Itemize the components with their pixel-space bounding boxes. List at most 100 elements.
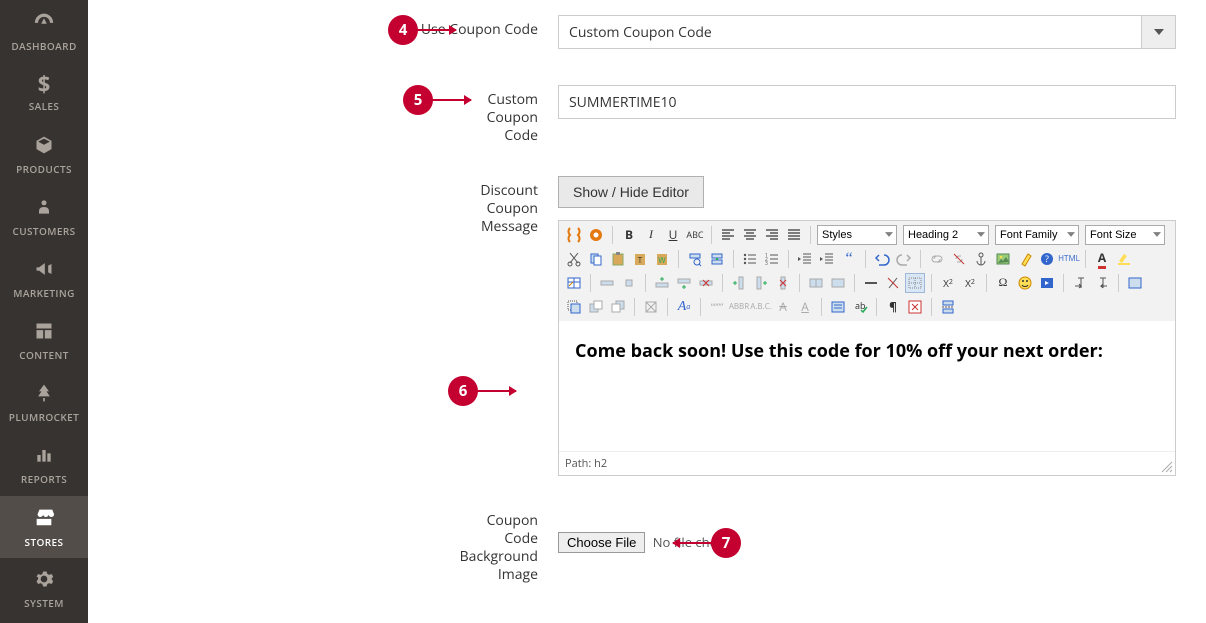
underline-icon[interactable]: U: [663, 225, 683, 245]
align-left-icon[interactable]: [718, 225, 738, 245]
table-icon[interactable]: [564, 273, 584, 293]
row-use-coupon: 4 Use Coupon Code Custom Coupon Code [ST…: [88, 15, 1206, 85]
layer-absolute-icon[interactable]: [641, 297, 661, 317]
emoticon-icon[interactable]: [1015, 273, 1035, 293]
charmap-icon[interactable]: Ω: [993, 273, 1013, 293]
style-props-icon[interactable]: Aa: [674, 297, 694, 317]
align-right-icon[interactable]: [762, 225, 782, 245]
del-icon[interactable]: A: [773, 297, 793, 317]
resize-handle-icon[interactable]: [1161, 461, 1173, 473]
ltr-icon[interactable]: [1070, 273, 1090, 293]
help-icon[interactable]: ?: [1037, 249, 1057, 269]
paste-icon[interactable]: [608, 249, 628, 269]
paste-text-icon[interactable]: T: [630, 249, 650, 269]
italic-icon[interactable]: I: [641, 225, 661, 245]
editor-pathbar: Path: h2: [559, 451, 1175, 475]
delete-col-icon[interactable]: [773, 273, 793, 293]
delete-row-icon[interactable]: [696, 273, 716, 293]
scope-label: [STORE VIEW]: [1176, 85, 1206, 146]
sidebar-item-content[interactable]: CONTENT: [0, 310, 88, 372]
link-icon[interactable]: [927, 249, 947, 269]
bg-color-icon[interactable]: [1114, 249, 1134, 269]
editor-content[interactable]: Come back soon! Use this code for 10% of…: [559, 321, 1175, 451]
layer-icon[interactable]: [564, 297, 584, 317]
paste-word-icon[interactable]: W: [652, 249, 672, 269]
variable-icon[interactable]: [586, 225, 606, 245]
indent-icon[interactable]: [817, 249, 837, 269]
subscript-icon[interactable]: X2: [938, 273, 958, 293]
superscript-icon[interactable]: X2: [960, 273, 980, 293]
row-before-icon[interactable]: [652, 273, 672, 293]
editor-toolbar: B I U ABC Styles: [559, 221, 1175, 321]
store-icon: [33, 506, 55, 531]
cleanup-icon[interactable]: [1015, 249, 1035, 269]
split-cells-icon[interactable]: [806, 273, 826, 293]
select-font-size[interactable]: Font Size: [1085, 225, 1165, 245]
ins-icon[interactable]: A: [795, 297, 815, 317]
sidebar-item-products[interactable]: PRODUCTS: [0, 124, 88, 186]
pagebreak-icon[interactable]: [938, 297, 958, 317]
sidebar-item-system[interactable]: SYSTEM: [0, 558, 88, 620]
sidebar-item-reports[interactable]: REPORTS: [0, 434, 88, 496]
input-custom-coupon[interactable]: [558, 85, 1176, 119]
sidebar-item-sales[interactable]: $ SALES: [0, 62, 88, 124]
fullscreen-icon[interactable]: [1125, 273, 1145, 293]
select-format[interactable]: Heading 2: [903, 225, 989, 245]
svg-text:?: ?: [1045, 252, 1049, 265]
cite-icon[interactable]: ““””: [707, 297, 727, 317]
cell-props-icon[interactable]: [619, 273, 639, 293]
anchor-icon[interactable]: [971, 249, 991, 269]
select-font-family[interactable]: Font Family: [995, 225, 1079, 245]
hr-icon[interactable]: [861, 273, 881, 293]
arrow-right-icon: [476, 390, 516, 392]
align-justify-icon[interactable]: [784, 225, 804, 245]
media-icon[interactable]: [1037, 273, 1057, 293]
col-before-icon[interactable]: [729, 273, 749, 293]
visual-aid-icon[interactable]: [905, 273, 925, 293]
sidebar-item-stores[interactable]: STORES: [0, 496, 88, 558]
blockquote-icon[interactable]: “: [839, 249, 859, 269]
layer-backward-icon[interactable]: [608, 297, 628, 317]
bold-icon[interactable]: B: [619, 225, 639, 245]
strike-icon[interactable]: ABC: [685, 225, 705, 245]
select-use-coupon[interactable]: Custom Coupon Code: [558, 15, 1176, 49]
row-props-icon[interactable]: [597, 273, 617, 293]
merge-cells-icon[interactable]: [828, 273, 848, 293]
layer-forward-icon[interactable]: [586, 297, 606, 317]
row-after-icon[interactable]: [674, 273, 694, 293]
spellcheck-icon[interactable]: ab: [850, 297, 870, 317]
image-icon[interactable]: [993, 249, 1013, 269]
col-after-icon[interactable]: [751, 273, 771, 293]
redo-icon[interactable]: [894, 249, 914, 269]
bullet-list-icon[interactable]: [740, 249, 760, 269]
remove-format-icon[interactable]: [883, 273, 903, 293]
text-color-icon[interactable]: A: [1092, 249, 1112, 269]
replace-icon[interactable]: [707, 249, 727, 269]
sidebar-item-dashboard[interactable]: DASHBOARD: [0, 0, 88, 62]
visualblocks-icon[interactable]: [905, 297, 925, 317]
abbr-icon[interactable]: ABBR: [729, 297, 749, 317]
visualchars-icon[interactable]: ¶: [883, 297, 903, 317]
widget-icon[interactable]: [564, 225, 584, 245]
select-styles[interactable]: Styles: [817, 225, 897, 245]
sidebar-item-label: CUSTOMERS: [12, 224, 75, 238]
code-icon[interactable]: HTML: [1059, 249, 1079, 269]
main-content: 4 Use Coupon Code Custom Coupon Code [ST…: [88, 0, 1206, 623]
number-list-icon[interactable]: 123: [762, 249, 782, 269]
rtl-icon[interactable]: [1092, 273, 1112, 293]
sidebar-item-plumrocket[interactable]: PLUMROCKET: [0, 372, 88, 434]
copy-icon[interactable]: [586, 249, 606, 269]
unlink-icon[interactable]: [949, 249, 969, 269]
acronym-icon[interactable]: A.B.C.: [751, 297, 771, 317]
outdent-icon[interactable]: [795, 249, 815, 269]
toggle-editor-button[interactable]: Show / Hide Editor: [558, 176, 704, 208]
attribs-icon[interactable]: [828, 297, 848, 317]
sidebar-item-customers[interactable]: CUSTOMERS: [0, 186, 88, 248]
undo-icon[interactable]: [872, 249, 892, 269]
gauge-icon: [33, 10, 55, 35]
align-center-icon[interactable]: [740, 225, 760, 245]
choose-file-button[interactable]: Choose File: [558, 532, 645, 553]
cut-icon[interactable]: [564, 249, 584, 269]
find-icon[interactable]: [685, 249, 705, 269]
sidebar-item-marketing[interactable]: MARKETING: [0, 248, 88, 310]
